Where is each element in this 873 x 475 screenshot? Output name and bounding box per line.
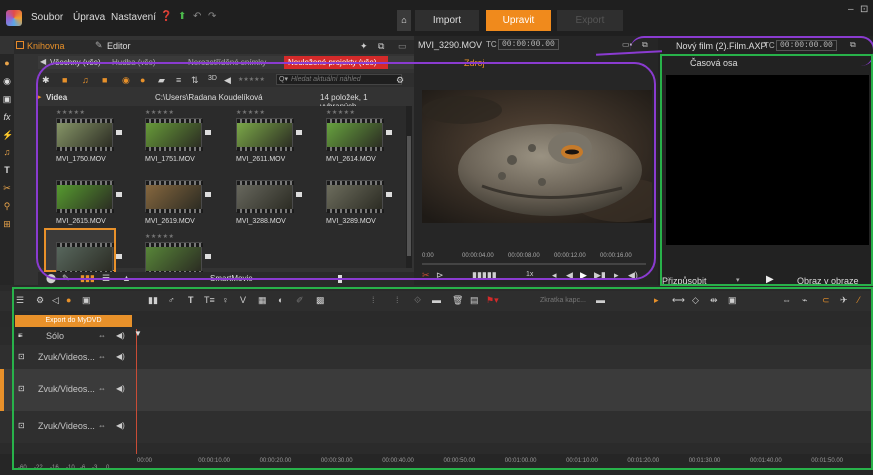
sidebar-transitions-icon[interactable]: ⚡ — [2, 130, 13, 140]
update-icon[interactable]: ⬆ — [178, 11, 186, 22]
sidebar-media-icon[interactable]: ● — [2, 58, 12, 68]
sidebar-music-icon[interactable]: ♫ — [2, 147, 12, 157]
sidebar-montage-icon[interactable]: ✂ — [2, 183, 12, 193]
menu-settings[interactable]: Nastavení — [111, 12, 156, 23]
sidebar-projects-icon[interactable]: ▣ — [2, 94, 12, 104]
purple-highlight-overlay — [36, 62, 656, 280]
sidebar-menu-icon[interactable]: ⊞ — [2, 219, 12, 229]
sidebar-fx-icon[interactable]: fx — [2, 112, 12, 122]
library-icon — [16, 41, 24, 49]
sidebar-sound-icon[interactable]: ⚲ — [2, 201, 12, 211]
title-bar: Soubor Úprava Nastavení ❓ ⬆ ↶ ↷ ⌂ Import… — [0, 0, 873, 36]
player-timecode[interactable]: 00:00:00.00 — [498, 39, 559, 50]
library-sidebar: ● ◉ ▣ fx ⚡ ♫ T ✂ ⚲ ⊞ — [0, 54, 14, 285]
player-tc-label: TC — [486, 40, 497, 49]
minimize-button[interactable]: – — [848, 4, 854, 15]
editor-icon: ✎ — [95, 40, 103, 50]
player-header: MVI_3290.MOV TC 00:00:00.00 ▭▪ ⧉ — [418, 39, 654, 52]
undo-icon[interactable]: ↶ — [193, 11, 201, 22]
redo-icon[interactable]: ↷ — [208, 11, 216, 22]
tab-edit[interactable]: Upravit — [486, 10, 551, 31]
sidebar-titles-icon[interactable]: T — [2, 165, 12, 175]
tab-library[interactable]: Knihovna — [27, 41, 65, 51]
app-logo-icon — [6, 10, 22, 26]
maximize-button[interactable]: ⊡ — [860, 4, 868, 15]
tab-editor[interactable]: Editor — [107, 41, 131, 51]
pinnacle-studio-window: Soubor Úprava Nastavení ❓ ⬆ ↶ ↷ ⌂ Import… — [0, 0, 873, 475]
popout-icon[interactable]: ⧉ — [378, 41, 384, 52]
pin-icon[interactable]: ✦ — [360, 41, 368, 52]
menu-edit[interactable]: Úprava — [73, 12, 105, 23]
layout-icon[interactable]: ▭ — [398, 41, 407, 52]
help-icon[interactable]: ❓ — [160, 11, 172, 22]
menu-file[interactable]: Soubor — [31, 12, 63, 23]
library-tab-strip — [14, 40, 414, 54]
home-icon[interactable]: ⌂ — [397, 10, 411, 31]
sidebar-disc-icon[interactable]: ◉ — [2, 76, 12, 86]
green-highlight-overlay — [660, 54, 873, 286]
green-timeline-overlay — [12, 287, 873, 470]
player-filename: MVI_3290.MOV — [418, 40, 483, 50]
tab-export[interactable]: Export — [557, 10, 623, 31]
tab-import[interactable]: Import — [415, 10, 479, 31]
